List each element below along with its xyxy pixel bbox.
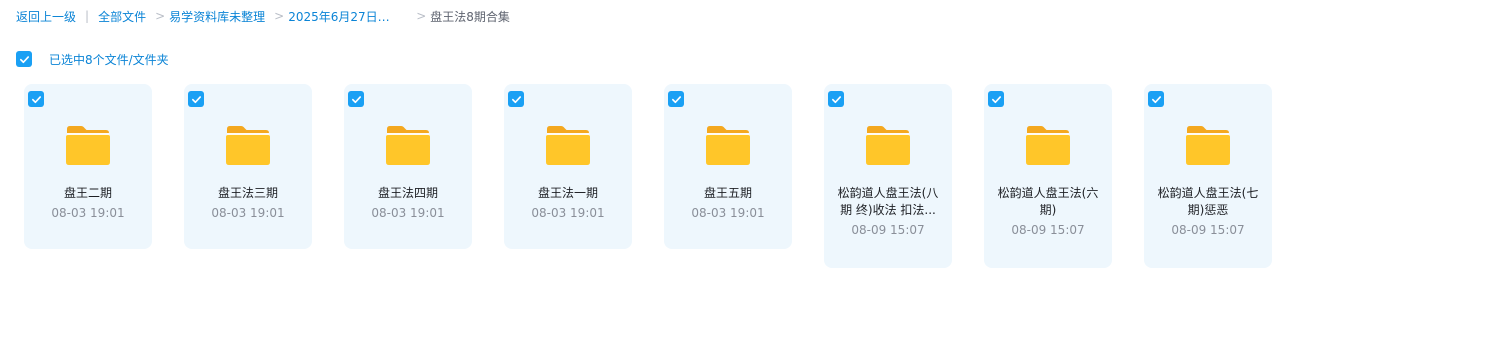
folder-icon [1026,126,1070,165]
file-card[interactable]: 松韵道人盘王法(六期) 08-09 15:07 [984,84,1112,268]
file-card[interactable]: 盘王法四期 08-03 19:01 [344,84,472,249]
selection-bar: 已选中8个文件/文件夹 [16,51,169,67]
breadcrumb-item-all-files[interactable]: 全部文件 [98,8,146,25]
check-icon [191,95,201,103]
file-checkbox[interactable] [828,91,844,107]
file-modified-time: 08-03 19:01 [51,206,125,220]
chevron-right-icon: > [416,9,427,23]
file-modified-time: 08-03 19:01 [531,206,605,220]
check-icon [351,95,361,103]
check-icon [511,95,521,103]
file-name: 松韵道人盘王法(八期 终)收法 扣法... [837,186,939,217]
breadcrumb-current: 盘王法8期合集 [430,9,510,24]
file-modified-time: 08-03 19:01 [211,206,285,220]
breadcrumb-item-course[interactable]: 2025年6月27日课... [288,8,400,25]
file-card[interactable]: 松韵道人盘王法(七期)惩恶 08-09 15:07 [1144,84,1272,268]
check-icon [31,95,41,103]
file-checkbox[interactable] [188,91,204,107]
back-link[interactable]: 返回上一级 [16,8,76,25]
file-grid: 盘王二期 08-03 19:01 盘王法三期 08-03 19:01 盘王法四期 08-0… [24,84,1304,268]
file-modified-time: 08-09 15:07 [1171,223,1245,237]
check-icon [19,55,29,63]
file-card[interactable]: 松韵道人盘王法(八期 终)收法 扣法... 08-09 15:07 [824,84,952,268]
chevron-right-icon: > [155,9,166,23]
folder-icon [226,126,270,165]
folder-icon [386,126,430,165]
check-icon [671,95,681,103]
file-name: 盘王五期 [703,186,752,200]
file-modified-time: 08-03 19:01 [691,206,765,220]
folder-icon [706,126,750,165]
file-name: 盘王法三期 [217,186,278,200]
check-icon [1151,95,1161,103]
file-checkbox[interactable] [28,91,44,107]
file-checkbox[interactable] [988,91,1004,107]
file-name: 松韵道人盘王法(六期) [997,186,1099,217]
check-icon [991,95,1001,103]
file-name: 盘王法一期 [537,186,598,200]
file-modified-time: 08-09 15:07 [851,223,925,237]
file-card[interactable]: 盘王法三期 08-03 19:01 [184,84,312,249]
file-checkbox[interactable] [348,91,364,107]
file-card[interactable]: 盘王二期 08-03 19:01 [24,84,152,249]
file-modified-time: 08-03 19:01 [371,206,445,220]
file-name: 盘王二期 [63,186,112,200]
select-all-checkbox[interactable] [16,51,32,67]
file-checkbox[interactable] [1148,91,1164,107]
file-name: 松韵道人盘王法(七期)惩恶 [1157,186,1259,217]
folder-icon [866,126,910,165]
file-checkbox[interactable] [508,91,524,107]
breadcrumb-divider: | [85,9,90,23]
check-icon [831,95,841,103]
file-card[interactable]: 盘王法一期 08-03 19:01 [504,84,632,249]
chevron-right-icon: > [274,9,285,23]
file-checkbox[interactable] [668,91,684,107]
breadcrumb-item-unsorted-library[interactable]: 易学资料库未整理 [169,8,265,25]
folder-icon [66,126,110,165]
breadcrumb: 返回上一级 | 全部文件 > 易学资料库未整理 > 2025年6月27日课...… [16,8,510,24]
file-card[interactable]: 盘王五期 08-03 19:01 [664,84,792,249]
file-modified-time: 08-09 15:07 [1011,223,1085,237]
folder-icon [546,126,590,165]
file-name: 盘王法四期 [377,186,438,200]
folder-icon [1186,126,1230,165]
selection-count: 已选中8个文件/文件夹 [49,52,169,67]
